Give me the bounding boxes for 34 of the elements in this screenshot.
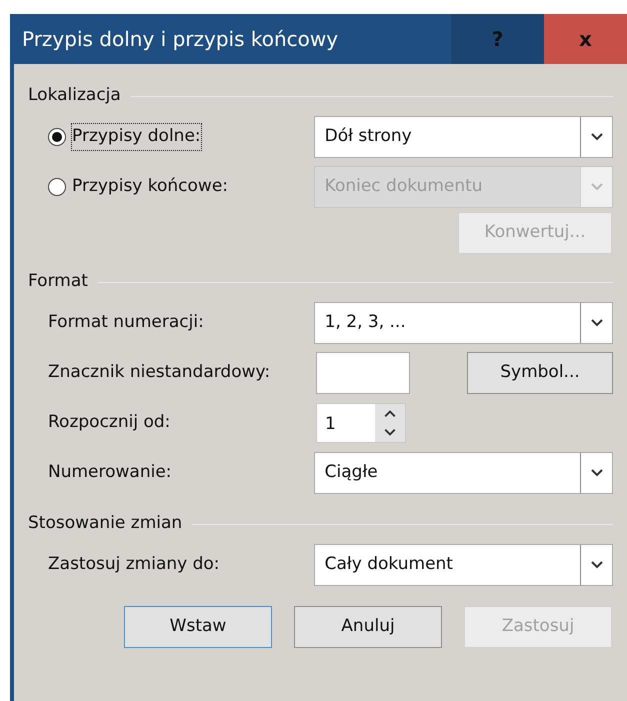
field-label: Rozpocznij od: <box>48 411 170 434</box>
dropdown-value: Koniec dokumentu <box>324 175 484 198</box>
dropdown[interactable]: Cały dokument <box>314 544 613 586</box>
section-title: Stosowanie zmian <box>28 512 182 536</box>
chevron-icon <box>590 468 604 478</box>
radio-label: Przypisy końcowe: <box>72 175 228 198</box>
dialog-button[interactable]: Symbol... <box>467 352 613 394</box>
dropdown[interactable]: Ciągłe <box>314 452 613 494</box>
radio-button[interactable] <box>48 178 66 196</box>
dropdown-value: Cały dokument <box>324 553 454 576</box>
chevron-icon <box>590 318 604 328</box>
field-label: Znacznik niestandardowy: <box>48 361 270 384</box>
dialog-button[interactable]: Wstaw <box>124 606 272 648</box>
window-title: Przypis dolny i przypis końcowy <box>21 26 340 53</box>
input-field[interactable] <box>316 352 410 394</box>
chevron-icon <box>590 560 604 570</box>
radio-label: Przypisy dolne: <box>72 124 201 150</box>
field-label: Zastosuj zmiany do: <box>48 553 220 576</box>
section-title: Format <box>28 270 88 294</box>
chevron-icon <box>590 132 604 142</box>
spinner-field[interactable]: 1 <box>316 403 406 443</box>
dropdown-value: Ciągłe <box>324 461 379 484</box>
radio-button[interactable] <box>48 128 66 146</box>
field-label: Numerowanie: <box>48 461 172 484</box>
chevron-icon <box>590 182 604 192</box>
dropdown-value: Dół strony <box>324 125 413 148</box>
spinner-value: 1 <box>324 413 337 436</box>
dropdown-value: 1, 2, 3, ... <box>324 311 407 334</box>
field-label: Format numeracji: <box>48 311 204 334</box>
dropdown[interactable]: Dół strony <box>314 116 613 158</box>
dropdown[interactable]: 1, 2, 3, ... <box>314 302 613 344</box>
close-button[interactable]: x <box>544 14 627 64</box>
dialog-button[interactable]: Anuluj <box>294 606 442 648</box>
section-title: Lokalizacja <box>28 84 121 108</box>
